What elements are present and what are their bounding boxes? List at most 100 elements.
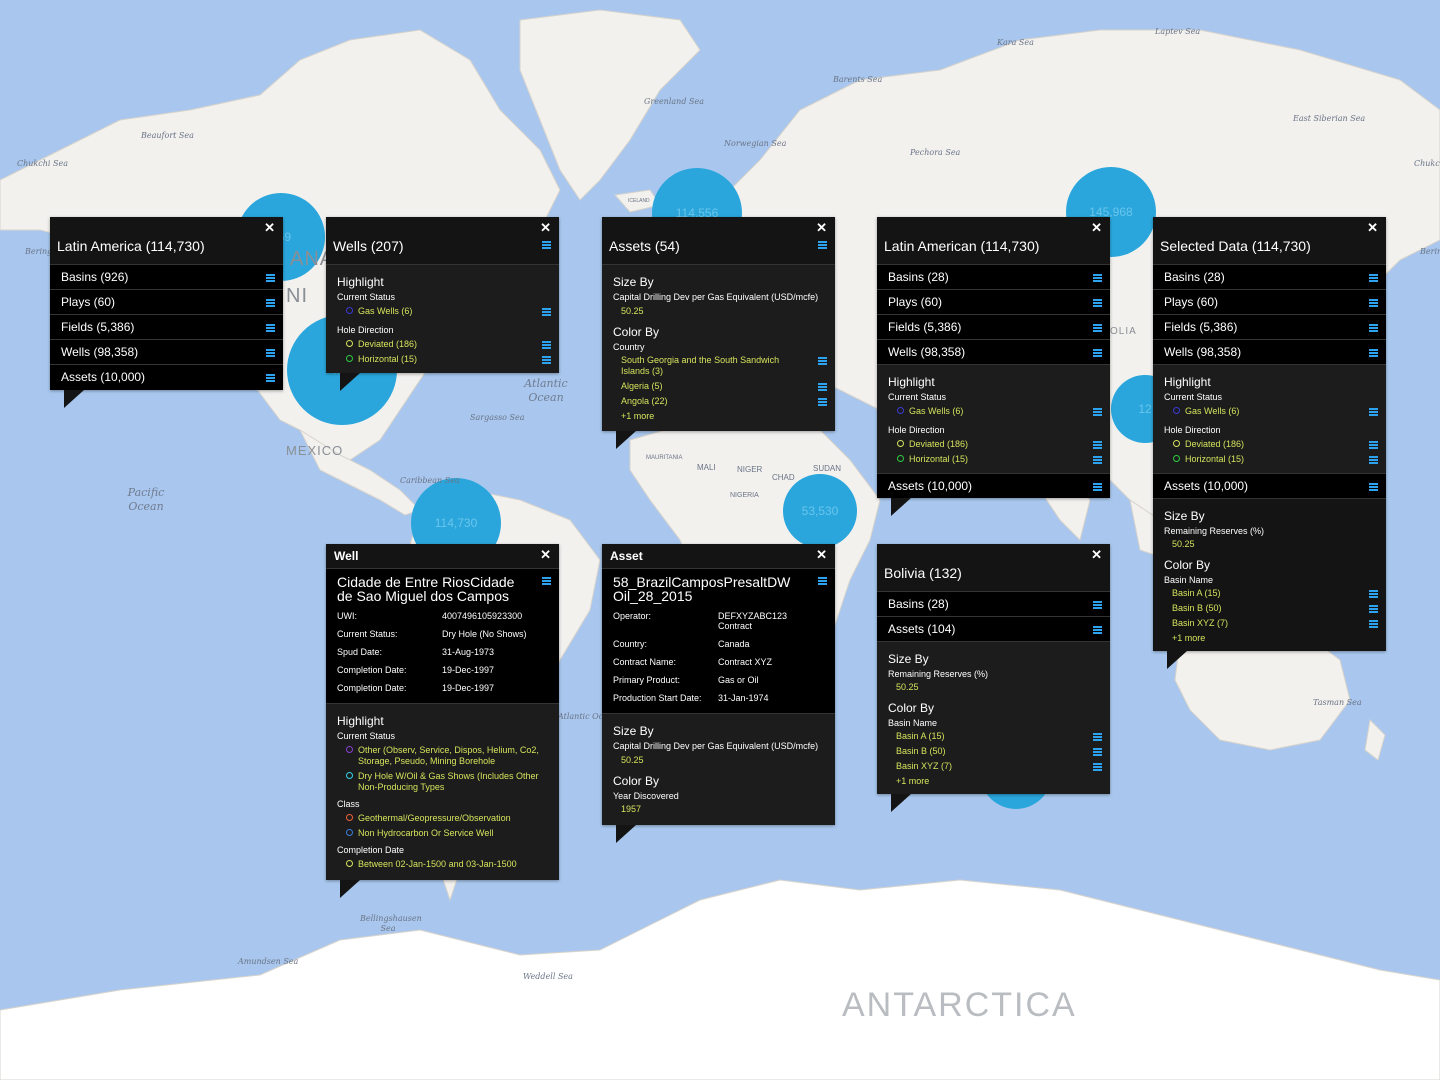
hamburger-menu-icon[interactable]: [542, 241, 551, 249]
legend-item[interactable]: Basin B (50): [1164, 603, 1378, 614]
hamburger-menu-icon[interactable]: [1093, 324, 1102, 332]
legend-item[interactable]: Basin XYZ (7): [1164, 618, 1378, 629]
legend-item[interactable]: Algeria (5): [613, 381, 827, 392]
hamburger-menu-icon[interactable]: [1093, 441, 1102, 449]
hamburger-menu-icon[interactable]: [542, 577, 551, 585]
hamburger-menu-icon[interactable]: [542, 341, 551, 349]
hamburger-menu-icon[interactable]: [1093, 349, 1102, 357]
list-item[interactable]: Basins (926): [50, 264, 283, 289]
hamburger-menu-icon[interactable]: [1093, 601, 1102, 609]
legend-item[interactable]: Horizontal (15): [1164, 454, 1378, 465]
legend-item[interactable]: Gas Wells (6): [888, 406, 1102, 417]
hamburger-menu-icon[interactable]: [1093, 299, 1102, 307]
list-item[interactable]: Fields (5,386): [50, 314, 283, 339]
hamburger-menu-icon[interactable]: [1369, 299, 1378, 307]
hamburger-menu-icon[interactable]: [818, 357, 827, 365]
hamburger-menu-icon[interactable]: [1369, 324, 1378, 332]
legend-item[interactable]: Gas Wells (6): [1164, 406, 1378, 417]
hamburger-menu-icon[interactable]: [1093, 408, 1102, 416]
close-icon[interactable]: ✕: [1367, 221, 1378, 234]
legend-item[interactable]: Between 02-Jan-1500 and 03-Jan-1500: [337, 859, 548, 870]
close-icon[interactable]: ✕: [1091, 221, 1102, 234]
hamburger-menu-icon[interactable]: [1369, 590, 1378, 598]
list-item[interactable]: Plays (60): [50, 289, 283, 314]
legend-item[interactable]: Horizontal (15): [888, 454, 1102, 465]
hamburger-menu-icon[interactable]: [1093, 748, 1102, 756]
more-link[interactable]: +1 more: [888, 776, 1099, 786]
close-icon[interactable]: ✕: [540, 221, 551, 234]
hamburger-menu-icon[interactable]: [818, 383, 827, 391]
hamburger-menu-icon[interactable]: [1369, 605, 1378, 613]
detail-row: Operator: DEFXYZABC123 Contract: [613, 611, 824, 631]
hamburger-menu-icon[interactable]: [1093, 733, 1102, 741]
legend-item[interactable]: Basin A (15): [1164, 588, 1378, 599]
legend-item[interactable]: Geothermal/Geopressure/Observation: [337, 813, 548, 824]
list-item[interactable]: Fields (5,386): [1153, 314, 1386, 339]
section-heading: Highlight: [337, 714, 384, 728]
hamburger-menu-icon[interactable]: [542, 308, 551, 316]
list-item[interactable]: Assets (10,000): [50, 364, 283, 390]
legend-item[interactable]: South Georgia and the South Sandwich Isl…: [613, 355, 827, 377]
list-item[interactable]: Plays (60): [1153, 289, 1386, 314]
list-item[interactable]: Wells (98,358): [1153, 339, 1386, 364]
close-icon[interactable]: ✕: [1091, 548, 1102, 561]
legend-item[interactable]: Basin XYZ (7): [888, 761, 1102, 772]
hamburger-menu-icon[interactable]: [1369, 441, 1378, 449]
hamburger-menu-icon[interactable]: [1369, 483, 1378, 491]
hamburger-menu-icon[interactable]: [1369, 274, 1378, 282]
hamburger-menu-icon[interactable]: [266, 374, 275, 382]
hamburger-menu-icon[interactable]: [542, 356, 551, 364]
hamburger-menu-icon[interactable]: [1369, 456, 1378, 464]
list-item[interactable]: Basins (28): [877, 264, 1110, 289]
legend-item[interactable]: Dry Hole W/Oil & Gas Shows (Includes Oth…: [337, 771, 548, 793]
legend-item[interactable]: Non Hydrocarbon Or Service Well: [337, 828, 548, 839]
hamburger-menu-icon[interactable]: [266, 349, 275, 357]
hamburger-menu-icon[interactable]: [1093, 456, 1102, 464]
list-item[interactable]: Plays (60): [877, 289, 1110, 314]
more-link[interactable]: +1 more: [613, 411, 824, 421]
legend-item[interactable]: Gas Wells (6): [337, 306, 551, 317]
country-label: OLIA: [1110, 326, 1137, 337]
hamburger-menu-icon[interactable]: [1093, 626, 1102, 634]
legend-item[interactable]: Other (Observ, Service, Dispos, Helium, …: [337, 745, 548, 767]
hamburger-menu-icon[interactable]: [1369, 408, 1378, 416]
list-item[interactable]: Wells (98,358): [877, 339, 1110, 364]
hamburger-menu-icon[interactable]: [266, 299, 275, 307]
list-item[interactable]: Assets (10,000): [1153, 473, 1386, 498]
hamburger-menu-icon[interactable]: [1369, 349, 1378, 357]
legend-item[interactable]: Deviated (186): [337, 339, 551, 350]
legend-item[interactable]: Deviated (186): [888, 439, 1102, 450]
detail-row: Production Start Date: 31-Jan-1974: [613, 693, 824, 703]
hamburger-menu-icon[interactable]: [818, 241, 827, 249]
hamburger-menu-icon[interactable]: [818, 577, 827, 585]
list-item[interactable]: Basins (28): [1153, 264, 1386, 289]
list-item[interactable]: Assets (104): [877, 616, 1110, 641]
legend-item[interactable]: Horizontal (15): [337, 354, 551, 365]
legend-item[interactable]: Basin B (50): [888, 746, 1102, 757]
hamburger-menu-icon[interactable]: [1093, 483, 1102, 491]
hamburger-menu-icon[interactable]: [266, 274, 275, 282]
close-icon[interactable]: ✕: [816, 548, 827, 561]
close-icon[interactable]: ✕: [264, 221, 275, 234]
hamburger-menu-icon[interactable]: [266, 324, 275, 332]
list-item[interactable]: Fields (5,386): [877, 314, 1110, 339]
legend-item[interactable]: Angola (22): [613, 396, 827, 407]
hamburger-menu-icon[interactable]: [1369, 620, 1378, 628]
detail-value: 31-Jan-1974: [718, 693, 769, 703]
legend-item[interactable]: Deviated (186): [1164, 439, 1378, 450]
ring-legend-icon: [346, 772, 353, 779]
list-item[interactable]: Basins (28): [877, 591, 1110, 616]
list-item-label: Fields (5,386): [1164, 320, 1238, 334]
close-icon[interactable]: ✕: [540, 548, 551, 561]
list-item-label: Basins (28): [1164, 270, 1225, 284]
hamburger-menu-icon[interactable]: [1093, 763, 1102, 771]
list-item[interactable]: Assets (10,000): [877, 473, 1110, 498]
hamburger-menu-icon[interactable]: [1093, 274, 1102, 282]
field-heading: Completion Date: [337, 845, 405, 855]
close-icon[interactable]: ✕: [816, 221, 827, 234]
more-link[interactable]: +1 more: [1164, 633, 1375, 643]
hamburger-menu-icon[interactable]: [818, 398, 827, 406]
legend-item-label: Basin A (15): [1172, 588, 1221, 598]
legend-item[interactable]: Basin A (15): [888, 731, 1102, 742]
list-item[interactable]: Wells (98,358): [50, 339, 283, 364]
